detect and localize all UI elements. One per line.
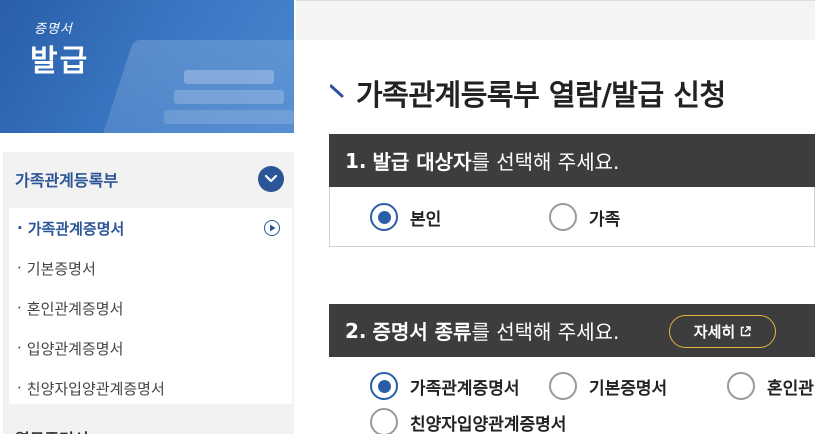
section-header-target: 1. 발급 대상자 를 선택해 주세요. bbox=[329, 134, 815, 187]
section-title-bold: 발급 대상자 bbox=[372, 150, 472, 174]
banner-decoration bbox=[174, 90, 284, 104]
sidebar: 증명서 발급 가족관계등록부 · 가족관계증명서 · 기본증명서 · 혼인관계증… bbox=[0, 0, 296, 434]
radio-marriage[interactable]: 혼인관 bbox=[727, 372, 814, 400]
banner-subtitle: 증명서 bbox=[34, 22, 73, 37]
title-mark-icon bbox=[330, 84, 344, 98]
chevron-down-icon[interactable] bbox=[258, 166, 284, 192]
detail-button-label: 자세히 bbox=[693, 323, 736, 341]
radio-circle[interactable] bbox=[370, 203, 398, 231]
banner-decoration bbox=[164, 110, 294, 124]
external-link-icon bbox=[741, 326, 751, 337]
radio-circle[interactable] bbox=[549, 372, 577, 400]
menu-item-label: 입양관계증명서 bbox=[26, 339, 124, 358]
menu-item-label: 가족관계증명서 bbox=[27, 219, 125, 238]
section-number: 2. bbox=[345, 318, 367, 343]
play-icon bbox=[264, 220, 280, 236]
section-title-rest: 를 선택해 주세요. bbox=[471, 150, 620, 174]
bullet: · bbox=[17, 339, 22, 357]
menu-item-basic[interactable]: · 기본증명서 bbox=[9, 248, 292, 288]
menu-header[interactable]: 가족관계등록부 bbox=[3, 152, 294, 206]
menu-item-adoption[interactable]: · 입양관계증명서 bbox=[9, 328, 292, 368]
radio-family-relation[interactable]: 가족관계증명서 bbox=[370, 372, 519, 400]
radio-label: 친양자입양관계증명서 bbox=[410, 414, 567, 434]
menu-item-family-relation[interactable]: · 가족관계증명서 bbox=[9, 208, 292, 248]
radio-label: 가족관계증명서 bbox=[410, 378, 520, 399]
menu-item-full-adoption[interactable]: · 친양자입양관계증명서 bbox=[9, 368, 292, 408]
menu-header-label: 가족관계등록부 bbox=[15, 171, 119, 190]
menu-next-header[interactable]: 열무증명서 bbox=[15, 426, 89, 434]
side-menu: 가족관계등록부 · 가족관계증명서 · 기본증명서 · 혼인관계증명서 · 입양… bbox=[3, 152, 294, 434]
menu-item-label: 친양자입양관계증명서 bbox=[26, 379, 165, 398]
menu-list: · 가족관계증명서 · 기본증명서 · 혼인관계증명서 · 입양관계증명서 · … bbox=[9, 208, 292, 404]
radio-self[interactable]: 본인 bbox=[370, 203, 441, 231]
radio-full-adoption[interactable]: 친양자입양관계증명서 bbox=[370, 408, 566, 434]
section-number: 1. bbox=[345, 148, 367, 173]
banner-title: 발급 bbox=[30, 44, 90, 79]
bullet: · bbox=[17, 379, 22, 397]
section-title-rest: 를 선택해 주세요. bbox=[471, 320, 620, 344]
bullet: · bbox=[17, 219, 23, 237]
radio-label: 기본증명서 bbox=[589, 378, 668, 399]
menu-item-label: 기본증명서 bbox=[26, 259, 96, 278]
radio-circle[interactable] bbox=[370, 372, 398, 400]
top-bar bbox=[296, 0, 815, 40]
detail-button[interactable]: 자세히 bbox=[669, 315, 776, 348]
radio-label: 본인 bbox=[410, 209, 442, 230]
radio-circle[interactable] bbox=[727, 372, 755, 400]
radio-family[interactable]: 가족 bbox=[549, 203, 620, 231]
radio-circle[interactable] bbox=[370, 408, 398, 434]
section-title-bold: 증명서 종류 bbox=[372, 320, 472, 344]
bullet: · bbox=[17, 259, 22, 277]
menu-item-marriage[interactable]: · 혼인관계증명서 bbox=[9, 288, 292, 328]
radio-basic[interactable]: 기본증명서 bbox=[549, 372, 667, 400]
radio-label: 가족 bbox=[589, 209, 621, 230]
radio-circle[interactable] bbox=[549, 203, 577, 231]
banner-decoration bbox=[184, 70, 274, 84]
bullet: · bbox=[17, 299, 22, 317]
banner: 증명서 발급 bbox=[0, 0, 294, 133]
radio-label: 혼인관 bbox=[767, 378, 814, 399]
page-title: 가족관계등록부 열람/발급 신청 bbox=[356, 78, 726, 112]
menu-item-label: 혼인관계증명서 bbox=[26, 299, 124, 318]
